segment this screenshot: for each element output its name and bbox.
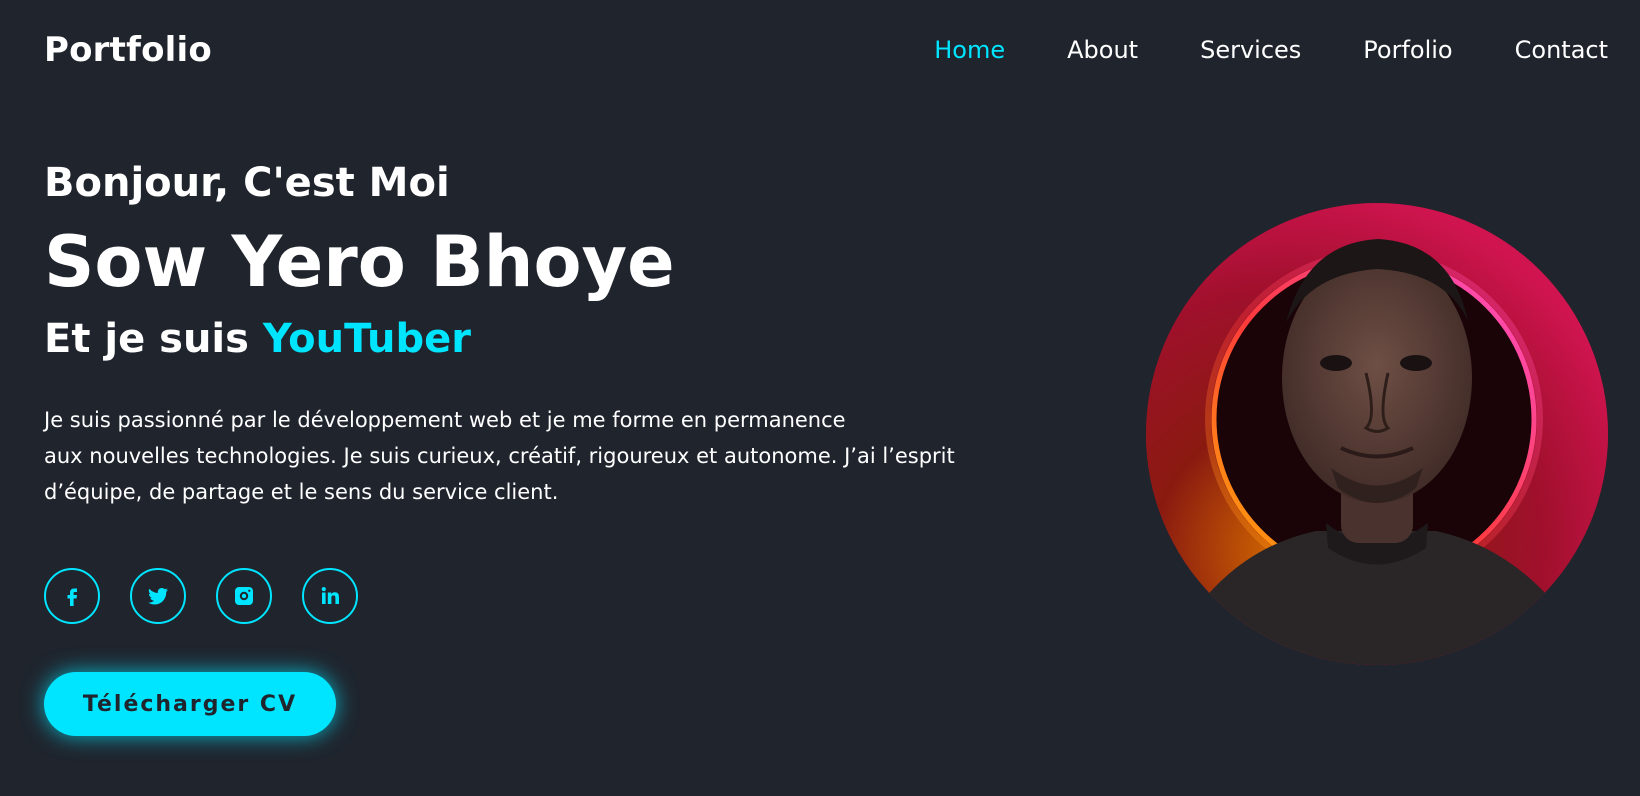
linkedin-icon [321,587,339,604]
profile-photo-illustration [1146,203,1608,665]
nav-link-about[interactable]: About [1067,36,1138,64]
hero-name: Sow Yero Bhoye [44,221,675,303]
nav-link-home[interactable]: Home [934,36,1005,64]
nav-link-services[interactable]: Services [1200,36,1301,64]
instagram-link[interactable] [216,568,272,624]
hero-bio-line: aux nouvelles technologies. Je suis curi… [44,444,955,468]
social-links [44,568,388,624]
hero-greeting: Bonjour, C'est Moi [44,160,450,206]
facebook-icon [67,588,77,606]
hero-role-prefix: Et je suis [44,316,263,362]
nav-link-contact[interactable]: Contact [1515,36,1608,64]
instagram-icon [235,587,253,605]
hero-role-highlight: YouTuber [262,316,471,362]
main-nav: Home About Services Porfolio Contact [872,36,1608,64]
download-cv-button[interactable]: Télécharger CV [44,672,336,736]
hero-bio-line: Je suis passionné par le développement w… [44,408,846,432]
hero-content: Bonjour, C'est Moi Sow Yero Bhoye Et je … [44,158,1104,510]
twitter-icon [148,587,168,605]
twitter-link[interactable] [130,568,186,624]
facebook-link[interactable] [44,568,100,624]
site-logo[interactable]: Portfolio [44,30,212,70]
profile-photo [1146,203,1608,665]
nav-link-portfolio[interactable]: Porfolio [1363,36,1452,64]
linkedin-link[interactable] [302,568,358,624]
site-header: Portfolio Home About Services Porfolio C… [0,0,1640,105]
hero-bio: Je suis passionné par le développement w… [44,402,1084,510]
hero-role: Et je suis YouTuber [44,314,1104,364]
portfolio-page: Portfolio Home About Services Porfolio C… [0,0,1640,796]
hero-bio-line: d’équipe, de partage et le sens du servi… [44,480,559,504]
